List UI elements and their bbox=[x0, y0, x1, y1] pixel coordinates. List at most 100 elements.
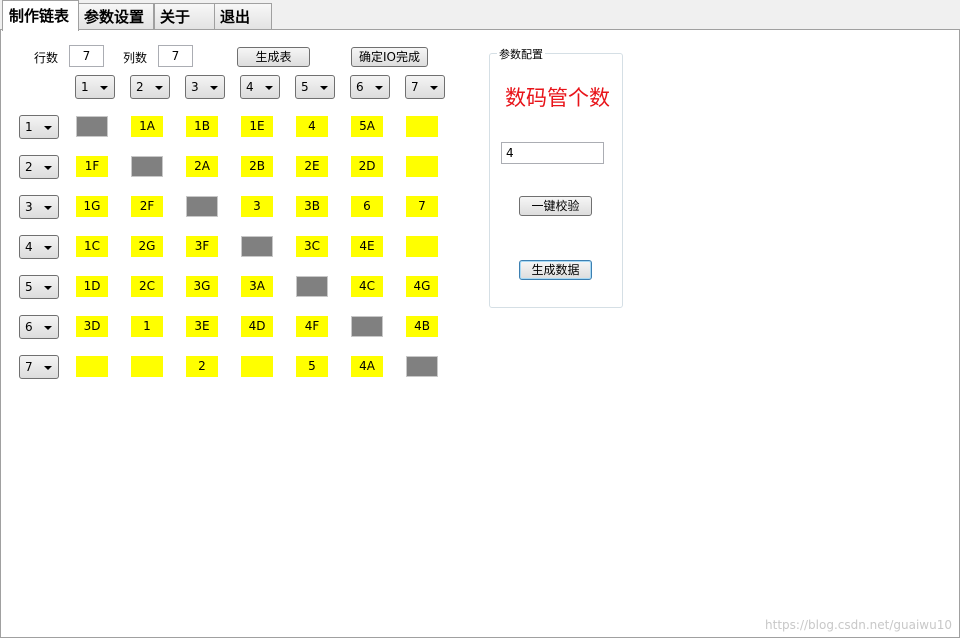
grid-cell[interactable]: 7 bbox=[406, 196, 438, 217]
chevron-down-icon bbox=[44, 206, 52, 210]
digit-count-label: 数码管个数 bbox=[505, 86, 610, 110]
tab-bar: 制作链表 参数设置 关于 退出 bbox=[0, 0, 960, 31]
row-select-6[interactable]: 6 bbox=[19, 315, 59, 339]
chevron-down-icon bbox=[44, 126, 52, 130]
grid-cell[interactable]: 3B bbox=[296, 196, 328, 217]
grid-cell[interactable]: 2G bbox=[131, 236, 163, 257]
watermark: https://blog.csdn.net/guaiwu10 bbox=[765, 618, 952, 632]
grid-cell[interactable]: 3A bbox=[241, 276, 273, 297]
generate-table-button[interactable]: 生成表 bbox=[237, 47, 310, 67]
column-select-6[interactable]: 6 bbox=[350, 75, 390, 99]
combo-value: 7 bbox=[411, 80, 419, 94]
grid-cell[interactable]: 2E bbox=[296, 156, 328, 177]
grid-cell[interactable] bbox=[406, 156, 438, 177]
tab-about[interactable]: 关于 bbox=[154, 3, 215, 29]
tab-make-list[interactable]: 制作链表 bbox=[2, 0, 79, 31]
chevron-down-icon bbox=[265, 86, 273, 90]
generate-data-button[interactable]: 生成数据 bbox=[519, 260, 592, 280]
tab-exit[interactable]: 退出 bbox=[214, 3, 272, 29]
grid-cell[interactable] bbox=[131, 356, 163, 377]
digit-count-input[interactable]: 4 bbox=[501, 142, 604, 164]
grid-cell[interactable]: 5 bbox=[296, 356, 328, 377]
grid-cell[interactable] bbox=[76, 356, 108, 377]
grid-cell[interactable] bbox=[351, 316, 383, 337]
grid-cell[interactable]: 3D bbox=[76, 316, 108, 337]
grid-cell[interactable] bbox=[296, 276, 328, 297]
grid-cell[interactable]: 1C bbox=[76, 236, 108, 257]
combo-value: 4 bbox=[246, 80, 254, 94]
grid-cell[interactable]: 1B bbox=[186, 116, 218, 137]
combo-value: 3 bbox=[25, 200, 33, 214]
row-select-4[interactable]: 4 bbox=[19, 235, 59, 259]
chevron-down-icon bbox=[44, 286, 52, 290]
grid-cell[interactable]: 1G bbox=[76, 196, 108, 217]
grid-cell[interactable]: 2A bbox=[186, 156, 218, 177]
column-select-2[interactable]: 2 bbox=[130, 75, 170, 99]
grid-cell[interactable]: 4E bbox=[351, 236, 383, 257]
grid-cell[interactable]: 5A bbox=[351, 116, 383, 137]
column-select-5[interactable]: 5 bbox=[295, 75, 335, 99]
column-select-4[interactable]: 4 bbox=[240, 75, 280, 99]
grid-cell[interactable]: 2 bbox=[186, 356, 218, 377]
chevron-down-icon bbox=[44, 166, 52, 170]
combo-value: 2 bbox=[136, 80, 144, 94]
grid-cell[interactable]: 4 bbox=[296, 116, 328, 137]
grid-cell[interactable]: 3C bbox=[296, 236, 328, 257]
grid-cell[interactable]: 4A bbox=[351, 356, 383, 377]
column-select-3[interactable]: 3 bbox=[185, 75, 225, 99]
grid-cell[interactable] bbox=[406, 116, 438, 137]
cols-label: 列数 bbox=[123, 51, 148, 65]
grid-cell[interactable]: 4G bbox=[406, 276, 438, 297]
grid-cell[interactable]: 2D bbox=[351, 156, 383, 177]
one-click-verify-button[interactable]: 一键校验 bbox=[519, 196, 592, 216]
cols-input[interactable]: 7 bbox=[158, 45, 193, 67]
rows-input[interactable]: 7 bbox=[69, 45, 104, 67]
combo-value: 4 bbox=[25, 240, 33, 254]
column-select-7[interactable]: 7 bbox=[405, 75, 445, 99]
combo-value: 5 bbox=[25, 280, 33, 294]
grid-cell[interactable] bbox=[241, 356, 273, 377]
grid-cell[interactable]: 3F bbox=[186, 236, 218, 257]
chevron-down-icon bbox=[155, 86, 163, 90]
column-select-1[interactable]: 1 bbox=[75, 75, 115, 99]
grid-cell[interactable] bbox=[406, 236, 438, 257]
confirm-io-button[interactable]: 确定IO完成 bbox=[351, 47, 428, 67]
grid-cell[interactable] bbox=[241, 236, 273, 257]
grid-cell[interactable]: 1D bbox=[76, 276, 108, 297]
grid-cell[interactable]: 3G bbox=[186, 276, 218, 297]
grid-cell[interactable]: 1F bbox=[76, 156, 108, 177]
grid-cell[interactable]: 4C bbox=[351, 276, 383, 297]
grid-cell[interactable]: 2B bbox=[241, 156, 273, 177]
grid-cell[interactable]: 1E bbox=[241, 116, 273, 137]
grid-cell[interactable]: 4D bbox=[241, 316, 273, 337]
grid-cell[interactable]: 4B bbox=[406, 316, 438, 337]
grid-cell[interactable]: 2C bbox=[131, 276, 163, 297]
param-config-title: 参数配置 bbox=[497, 46, 545, 62]
grid-cell[interactable]: 1 bbox=[131, 316, 163, 337]
grid-cell[interactable] bbox=[131, 156, 163, 177]
row-select-5[interactable]: 5 bbox=[19, 275, 59, 299]
combo-value: 2 bbox=[25, 160, 33, 174]
chevron-down-icon bbox=[44, 246, 52, 250]
row-select-1[interactable]: 1 bbox=[19, 115, 59, 139]
grid-cell[interactable]: 3E bbox=[186, 316, 218, 337]
grid-cell[interactable] bbox=[76, 116, 108, 137]
chevron-down-icon bbox=[320, 86, 328, 90]
tab-parameter-settings[interactable]: 参数设置 bbox=[78, 3, 154, 29]
rows-label: 行数 bbox=[34, 51, 59, 65]
combo-value: 3 bbox=[191, 80, 199, 94]
row-select-3[interactable]: 3 bbox=[19, 195, 59, 219]
row-select-7[interactable]: 7 bbox=[19, 355, 59, 379]
combo-value: 6 bbox=[356, 80, 364, 94]
combo-value: 7 bbox=[25, 360, 33, 374]
grid-cell[interactable]: 3 bbox=[241, 196, 273, 217]
grid-cell[interactable]: 2F bbox=[131, 196, 163, 217]
grid-cell[interactable]: 1A bbox=[131, 116, 163, 137]
row-select-2[interactable]: 2 bbox=[19, 155, 59, 179]
grid-cell[interactable]: 4F bbox=[296, 316, 328, 337]
grid-cell[interactable] bbox=[186, 196, 218, 217]
chevron-down-icon bbox=[44, 366, 52, 370]
grid-cell[interactable]: 6 bbox=[351, 196, 383, 217]
grid-cell[interactable] bbox=[406, 356, 438, 377]
combo-value: 1 bbox=[25, 120, 33, 134]
